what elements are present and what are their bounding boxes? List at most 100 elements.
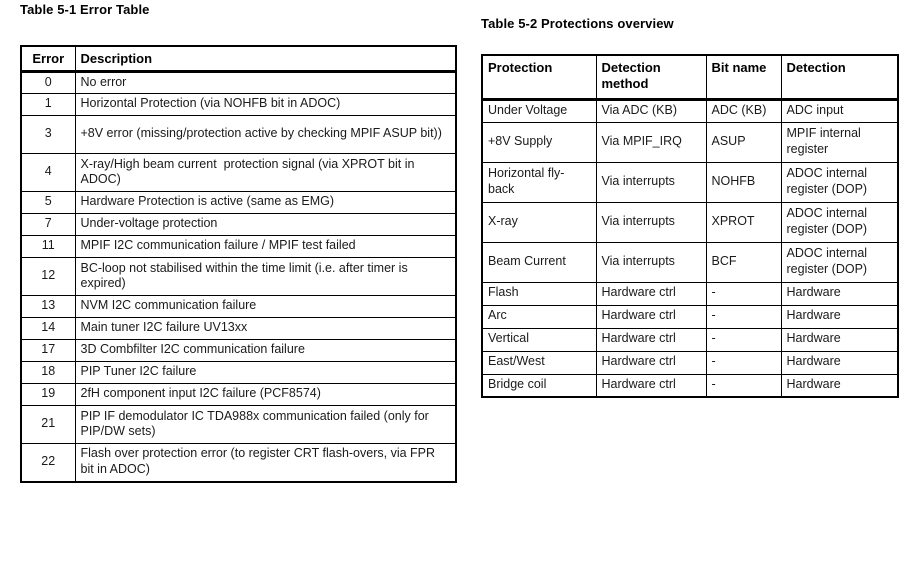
bit-name-cell: -: [705, 281, 782, 306]
table-row: Horizontal fly-back Via interrupts NOHFB AD…: [481, 161, 899, 203]
detection-method-cell: Hardware ctrl: [595, 350, 707, 375]
detection-method-cell: Via interrupts: [595, 161, 707, 203]
error-code-cell: 7: [20, 213, 76, 236]
table-row: 4 X-ray/High beam current protection sign…: [20, 153, 457, 192]
table-row: 14 Main tuner I2C failure UV13xx: [20, 317, 457, 340]
protection-name-cell: Under Voltage: [481, 98, 597, 123]
table-row: 19 2fH component input I2C failure (PCF85…: [20, 383, 457, 406]
column-header-description: Description: [74, 45, 457, 73]
table-row: 12 BC-loop not stabilised within the time…: [20, 257, 457, 296]
bit-name-cell: XPROT: [705, 201, 782, 243]
table-header-row: Error Description: [20, 45, 457, 73]
error-code-cell: 11: [20, 235, 76, 258]
error-table: Error Description 0 No error 1 Horizontal P…: [20, 45, 457, 483]
table-row: Bridge coil Hardware ctrl - Hardware: [481, 373, 899, 398]
bit-name-cell: ADC (KB): [705, 98, 782, 123]
error-description-cell: 2fH component input I2C failure (PCF8574…: [74, 383, 457, 406]
error-description-cell: Hardware Protection is active (same as E…: [74, 191, 457, 214]
error-description-cell: +8V error (missing/protection active by …: [74, 115, 457, 154]
error-description-cell: Under-voltage protection: [74, 213, 457, 236]
detection-method-cell: Via ADC (KB): [595, 98, 707, 123]
table-row: 13 NVM I2C communication failure: [20, 295, 457, 318]
protection-name-cell: Arc: [481, 304, 597, 329]
protections-overview-table: Protection Detection method Bit name Det…: [481, 54, 899, 398]
error-description-cell: 3D Combfilter I2C communication failure: [74, 339, 457, 362]
table-5-1-caption: Table 5-1 Error Table: [20, 2, 150, 17]
table-row: 21 PIP IF demodulator IC TDA988x communic…: [20, 405, 457, 444]
table-row: 3 +8V error (missing/protection active by…: [20, 115, 457, 154]
error-code-cell: 18: [20, 361, 76, 384]
detection-method-cell: Hardware ctrl: [595, 373, 707, 398]
bit-name-cell: -: [705, 304, 782, 329]
bit-name-cell: -: [705, 327, 782, 352]
table-row: Flash Hardware ctrl - Hardware: [481, 281, 899, 306]
bit-name-cell: -: [705, 350, 782, 375]
detection-cell: Hardware: [780, 304, 899, 329]
error-code-cell: 21: [20, 405, 76, 444]
error-code-cell: 19: [20, 383, 76, 406]
column-header-protection: Protection: [481, 54, 597, 101]
detection-method-cell: Hardware ctrl: [595, 327, 707, 352]
protection-name-cell: X-ray: [481, 201, 597, 243]
document-page: Table 5-1 Error Table Error Description …: [0, 0, 914, 566]
table-row: 22 Flash over protection error (to regist…: [20, 443, 457, 482]
bit-name-cell: -: [705, 373, 782, 398]
protection-name-cell: +8V Supply: [481, 121, 597, 163]
table-header-row: Protection Detection method Bit name Det…: [481, 54, 899, 101]
error-description-cell: PIP Tuner I2C failure: [74, 361, 457, 384]
bit-name-cell: NOHFB: [705, 161, 782, 203]
error-code-cell: 0: [20, 70, 76, 94]
protection-name-cell: Flash: [481, 281, 597, 306]
error-description-cell: NVM I2C communication failure: [74, 295, 457, 318]
table-row: 0 No error: [20, 70, 457, 94]
error-code-cell: 22: [20, 443, 76, 482]
detection-method-cell: Hardware ctrl: [595, 281, 707, 306]
error-code-cell: 13: [20, 295, 76, 318]
protection-name-cell: Vertical: [481, 327, 597, 352]
column-header-detection-method: Detection method: [595, 54, 707, 101]
bit-name-cell: BCF: [705, 241, 782, 283]
detection-cell: Hardware: [780, 327, 899, 352]
detection-cell: Hardware: [780, 373, 899, 398]
error-code-cell: 3: [20, 115, 76, 154]
error-code-cell: 12: [20, 257, 76, 296]
table-row: Arc Hardware ctrl - Hardware: [481, 304, 899, 329]
error-description-cell: Main tuner I2C failure UV13xx: [74, 317, 457, 340]
error-description-cell: Flash over protection error (to register…: [74, 443, 457, 482]
table-row: 17 3D Combfilter I2C communication failur…: [20, 339, 457, 362]
error-description-cell: No error: [74, 70, 457, 94]
protection-name-cell: East/West: [481, 350, 597, 375]
table-5-2-caption: Table 5-2 Protections overview: [481, 16, 674, 31]
table-row: 11 MPIF I2C communication failure / MPIF …: [20, 235, 457, 258]
detection-cell: MPIF internal register: [780, 121, 899, 163]
error-description-cell: MPIF I2C communication failure / MPIF te…: [74, 235, 457, 258]
error-code-cell: 14: [20, 317, 76, 340]
detection-cell: ADOC internal register (DOP): [780, 161, 899, 203]
error-code-cell: 4: [20, 153, 76, 192]
detection-cell: ADC input: [780, 98, 899, 123]
column-header-detection: Detection: [780, 54, 899, 101]
detection-method-cell: Via MPIF_IRQ: [595, 121, 707, 163]
detection-method-cell: Via interrupts: [595, 201, 707, 243]
detection-cell: Hardware: [780, 281, 899, 306]
table-row: Beam Current Via interrupts BCF ADOC intern…: [481, 241, 899, 283]
detection-cell: ADOC internal register (DOP): [780, 241, 899, 283]
table-row: 7 Under-voltage protection: [20, 213, 457, 236]
detection-method-cell: Via interrupts: [595, 241, 707, 283]
protection-name-cell: Bridge coil: [481, 373, 597, 398]
error-code-cell: 17: [20, 339, 76, 362]
error-description-cell: Horizontal Protection (via NOHFB bit in …: [74, 93, 457, 116]
error-description-cell: BC-loop not stabilised within the time l…: [74, 257, 457, 296]
error-description-cell: X-ray/High beam current protection signa…: [74, 153, 457, 192]
detection-cell: ADOC internal register (DOP): [780, 201, 899, 243]
table-row: 5 Hardware Protection is active (same as …: [20, 191, 457, 214]
column-header-bit-name: Bit name: [705, 54, 782, 101]
table-row: Vertical Hardware ctrl - Hardware: [481, 327, 899, 352]
table-row: X-ray Via interrupts XPROT ADOC internal re…: [481, 201, 899, 243]
error-code-cell: 1: [20, 93, 76, 116]
table-row: Under Voltage Via ADC (KB) ADC (KB) ADC inp…: [481, 98, 899, 123]
protection-name-cell: Horizontal fly-back: [481, 161, 597, 203]
table-row: 1 Horizontal Protection (via NOHFB bit in…: [20, 93, 457, 116]
protection-name-cell: Beam Current: [481, 241, 597, 283]
detection-method-cell: Hardware ctrl: [595, 304, 707, 329]
